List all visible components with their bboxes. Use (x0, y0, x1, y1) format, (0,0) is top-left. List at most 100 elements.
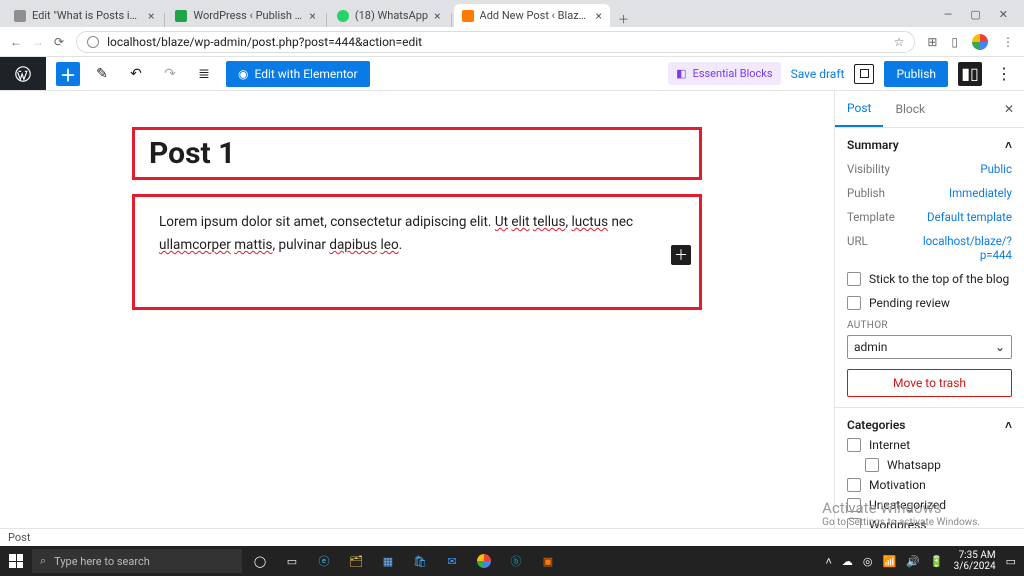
battery-icon[interactable]: 🔋 (930, 555, 944, 568)
tab-block[interactable]: Block (883, 92, 937, 126)
publish-value[interactable]: Immediately (949, 186, 1012, 200)
preview-button[interactable] (854, 64, 874, 84)
reading-mode-icon[interactable]: ▯ (951, 35, 958, 49)
file-explorer-icon[interactable]: 🗂 (344, 549, 368, 573)
pending-checkbox-row[interactable]: Pending review (847, 296, 1012, 310)
url-input[interactable]: localhost/blaze/wp-admin/post.php?post=4… (76, 31, 915, 53)
checkbox-icon[interactable] (847, 438, 861, 452)
essential-blocks-icon: ◧ (676, 67, 686, 80)
elementor-label: Edit with Elementor (254, 67, 357, 81)
insert-block-button[interactable]: ＋ (671, 245, 691, 265)
add-block-button[interactable]: ＋ (56, 62, 80, 86)
options-menu-icon[interactable]: ⋮ (992, 64, 1016, 83)
chevron-up-icon[interactable]: ˄ (1005, 138, 1012, 152)
category-row[interactable]: Wordpress (847, 518, 1012, 528)
essential-blocks-label: Essential Blocks (693, 67, 773, 80)
browser-tab[interactable]: Edit "What is Posts in WordPress" × (6, 4, 162, 27)
essential-blocks-button[interactable]: ◧ Essential Blocks (668, 62, 780, 85)
document-overview-icon[interactable]: ≣ (192, 62, 216, 86)
categories-panel: Categories ˄ Internet Whatsapp Motivatio… (835, 408, 1024, 528)
profile-avatar-icon[interactable] (972, 34, 988, 50)
back-icon[interactable]: ← (10, 35, 22, 49)
checkbox-icon[interactable] (847, 518, 861, 528)
new-tab-button[interactable]: ＋ (610, 11, 637, 27)
summary-panel: Summary ˄ VisibilityPublic PublishImmedi… (835, 128, 1024, 408)
xampp-icon[interactable]: ▣ (536, 549, 560, 573)
visibility-value[interactable]: Public (980, 162, 1012, 176)
bing-icon[interactable]: ⓑ (504, 549, 528, 573)
tab-post[interactable]: Post (835, 91, 883, 127)
redo-icon[interactable]: ↷ (158, 62, 182, 86)
undo-icon[interactable]: ↶ (124, 62, 148, 86)
chevron-up-icon[interactable]: ˄ (1005, 418, 1012, 432)
task-view-icon[interactable]: ◯ (248, 549, 272, 573)
category-row[interactable]: Whatsapp (865, 458, 1012, 472)
checkbox-icon[interactable] (847, 296, 861, 310)
post-title-input[interactable]: Post 1 (149, 136, 685, 171)
wifi-icon[interactable]: 📶 (883, 555, 897, 568)
edit-mode-icon[interactable]: ✎ (90, 62, 114, 86)
close-icon[interactable]: × (148, 9, 154, 23)
save-draft-button[interactable]: Save draft (791, 67, 845, 81)
checkbox-icon[interactable] (847, 478, 861, 492)
category-row[interactable]: Internet (847, 438, 1012, 452)
tab-title: Add New Post ‹ Blaze — WordPress (480, 9, 590, 22)
author-select[interactable]: admin⌄ (847, 335, 1012, 359)
window-maximize-icon[interactable]: ▢ (970, 8, 980, 21)
close-icon[interactable]: × (434, 9, 440, 23)
url-value[interactable]: localhost/blaze/?p=444 (917, 234, 1012, 262)
browser-tab-active[interactable]: Add New Post ‹ Blaze — WordPress × (454, 4, 610, 27)
settings-sidebar: Post Block ✕ Summary ˄ VisibilityPublic … (834, 91, 1024, 528)
taskbar-search[interactable]: ⌕ Type here to search (32, 549, 242, 573)
volume-icon[interactable]: 🔊 (906, 555, 920, 568)
category-label: Internet (869, 438, 910, 452)
mail-icon[interactable]: ✉ (440, 549, 464, 573)
close-sidebar-icon[interactable]: ✕ (994, 102, 1024, 116)
reload-icon[interactable]: ⟳ (54, 35, 64, 49)
category-label: Wordpress (869, 518, 926, 528)
cortana-icon[interactable]: ▭ (280, 549, 304, 573)
site-info-icon[interactable] (87, 36, 99, 48)
forward-icon[interactable]: → (32, 35, 44, 49)
star-icon[interactable]: ☆ (894, 35, 905, 49)
store-icon[interactable]: 🛍 (408, 549, 432, 573)
browser-tab[interactable]: (18) WhatsApp × (329, 4, 449, 27)
location-icon[interactable]: ◎ (863, 555, 873, 568)
post-body-highlight: Lorem ipsum dolor sit amet, consectetur … (132, 194, 702, 310)
tab-title: Edit "What is Posts in WordPress" (32, 9, 142, 22)
microsoft-app-icon[interactable]: ▦ (376, 549, 400, 573)
publish-button[interactable]: Publish (884, 61, 948, 87)
category-row[interactable]: Uncategorized (847, 498, 1012, 512)
chrome-icon[interactable] (472, 549, 496, 573)
template-value[interactable]: Default template (927, 210, 1012, 224)
onedrive-icon[interactable]: ☁ (842, 555, 853, 568)
window-minimize-icon[interactable]: — (944, 8, 953, 21)
editor-canvas[interactable]: Post 1 Lorem ipsum dolor sit amet, conse… (0, 91, 834, 528)
browser-tab[interactable]: WordPress ‹ Publish Posts × (167, 4, 323, 27)
close-icon[interactable]: × (309, 9, 315, 23)
sticky-checkbox-row[interactable]: Stick to the top of the blog (847, 272, 1012, 286)
divider (326, 13, 327, 27)
edit-with-elementor-button[interactable]: ◉ Edit with Elementor (226, 61, 370, 87)
notification-center-icon[interactable]: ▭ (1006, 555, 1016, 568)
author-value: admin (854, 340, 887, 354)
checkbox-icon[interactable] (847, 498, 861, 512)
extensions-icon[interactable]: ⊞ (927, 35, 937, 49)
move-to-trash-button[interactable]: Move to trash (847, 369, 1012, 397)
template-label: Template (847, 210, 895, 224)
edge-icon[interactable]: ⓔ (312, 549, 336, 573)
close-icon[interactable]: × (596, 9, 602, 23)
category-row[interactable]: Motivation (847, 478, 1012, 492)
taskbar-clock[interactable]: 7:35 AM 3/6/2024 (954, 550, 996, 572)
elementor-icon: ◉ (238, 67, 248, 81)
post-body-paragraph[interactable]: Lorem ipsum dolor sit amet, consectetur … (159, 211, 675, 257)
chrome-menu-icon[interactable]: ⋮ (1002, 35, 1014, 49)
categories-heading: Categories (847, 418, 905, 432)
checkbox-icon[interactable] (865, 458, 879, 472)
tray-chevron-up-icon[interactable]: ˄ (825, 555, 831, 568)
checkbox-icon[interactable] (847, 272, 861, 286)
start-button[interactable] (0, 554, 32, 568)
wordpress-logo-button[interactable] (0, 57, 46, 90)
settings-panel-toggle[interactable]: ▮▯ (958, 62, 982, 86)
window-close-icon[interactable]: ✕ (999, 8, 1008, 21)
